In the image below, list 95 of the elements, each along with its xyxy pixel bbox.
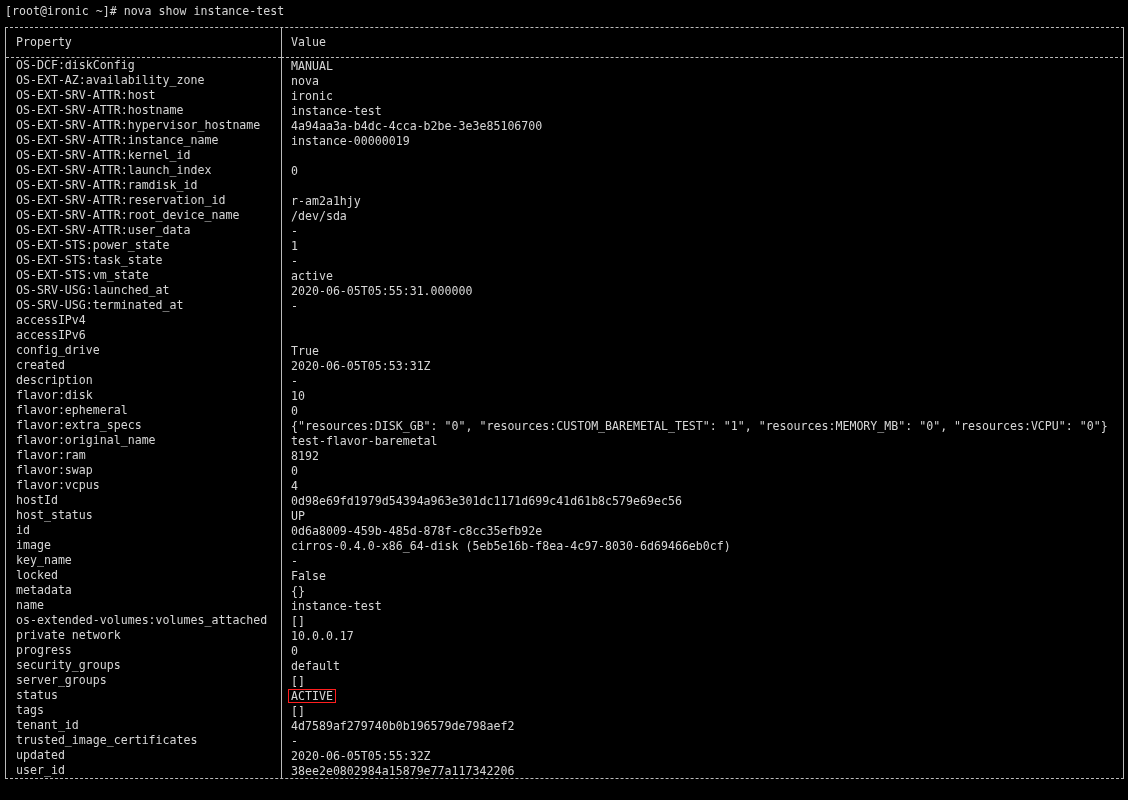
- column-header: Value: [291, 34, 326, 51]
- property-name: OS-EXT-SRV-ATTR:instance_name: [16, 133, 219, 148]
- property-name: OS-EXT-STS:task_state: [16, 253, 163, 268]
- property-value: -: [290, 253, 299, 268]
- property-name: OS-SRV-USG:terminated_at: [16, 298, 184, 313]
- property-value: 4: [290, 478, 299, 493]
- property-name: OS-EXT-SRV-ATTR:root_device_name: [16, 208, 240, 223]
- property-value: 0: [290, 403, 299, 418]
- property-name: flavor:vcpus: [16, 478, 100, 493]
- command-prompt: [root@ironic ~]# nova show instance-test: [5, 4, 285, 19]
- property-name: private network: [16, 628, 121, 643]
- property-value: {}: [290, 583, 306, 598]
- property-value: 0d98e69fd1979d54394a963e301dc1171d699c41d61b8c579e69ec56: [290, 493, 683, 508]
- property-name: updated: [16, 748, 65, 763]
- property-name: OS-EXT-SRV-ATTR:hostname: [16, 103, 184, 118]
- property-value: {"resources:DISK_GB": "0", "resources:CUSTOM_BAREMETAL_TEST": "1", "resources:MEMORY_MB": "0", "resources:VCPU": "0"}: [290, 418, 1109, 433]
- property-value: 2020-06-05T05:55:31.000000: [290, 283, 474, 298]
- property-value: UP: [290, 508, 306, 523]
- property-value: 0d6a8009-459b-485d-878f-c8cc35efb92e: [290, 523, 544, 538]
- property-name: flavor:extra_specs: [16, 418, 142, 433]
- property-value: True: [290, 343, 320, 358]
- property-name: status: [16, 688, 58, 703]
- property-name: flavor:disk: [16, 388, 93, 403]
- column-header: Property: [16, 34, 72, 51]
- property-name: id: [16, 523, 30, 538]
- property-name: OS-EXT-SRV-ATTR:kernel_id: [16, 148, 191, 163]
- property-value: active: [290, 268, 334, 283]
- property-value: 0: [290, 163, 299, 178]
- property-value: instance-00000019: [290, 133, 411, 148]
- property-value: default: [290, 658, 341, 673]
- property-value: nova: [290, 73, 320, 88]
- property-value: 0: [290, 643, 299, 658]
- property-value: MANUAL: [290, 58, 334, 73]
- property-value: []: [290, 703, 306, 718]
- property-value: ironic: [290, 88, 334, 103]
- property-name: flavor:ram: [16, 448, 86, 463]
- property-name: flavor:ephemeral: [16, 403, 128, 418]
- property-name: tenant_id: [16, 718, 79, 733]
- property-value: 2020-06-05T05:55:32Z: [290, 748, 432, 763]
- property-value: -: [290, 553, 299, 568]
- property-name: os-extended-volumes:volumes_attached: [16, 613, 268, 628]
- property-name: key_name: [16, 553, 72, 568]
- property-value: -: [290, 373, 299, 388]
- property-name: OS-EXT-SRV-ATTR:launch_index: [16, 163, 212, 178]
- property-name: metadata: [16, 583, 72, 598]
- property-name: flavor:original_name: [16, 433, 156, 448]
- property-name: flavor:swap: [16, 463, 93, 478]
- property-value: 4a94aa3a-b4dc-4cca-b2be-3e3e85106700: [290, 118, 544, 133]
- property-name: locked: [16, 568, 58, 583]
- property-name: OS-EXT-STS:vm_state: [16, 268, 149, 283]
- property-name: trusted_image_certificates: [16, 733, 198, 748]
- property-value: 0: [290, 463, 299, 478]
- property-value: 8192: [290, 448, 320, 463]
- property-value: -: [290, 223, 299, 238]
- property-name: server_groups: [16, 673, 107, 688]
- property-value: 10: [290, 388, 306, 403]
- property-value: 2020-06-05T05:53:31Z: [290, 358, 432, 373]
- property-name: OS-EXT-SRV-ATTR:reservation_id: [16, 193, 226, 208]
- property-name: tags: [16, 703, 44, 718]
- property-name: hostId: [16, 493, 58, 508]
- property-name: OS-EXT-SRV-ATTR:hypervisor_hostname: [16, 118, 261, 133]
- property-value: /dev/sda: [290, 208, 348, 223]
- property-value: False: [290, 568, 327, 583]
- property-name: OS-EXT-AZ:availability_zone: [16, 73, 205, 88]
- property-name: accessIPv6: [16, 328, 86, 343]
- property-name: OS-EXT-SRV-ATTR:user_data: [16, 223, 191, 238]
- property-value: []: [290, 613, 306, 628]
- property-value: 38ee2e0802984a15879e77a117342206: [290, 763, 516, 778]
- property-name: accessIPv4: [16, 313, 86, 328]
- property-name: created: [16, 358, 65, 373]
- property-name: security_groups: [16, 658, 121, 673]
- property-name: image: [16, 538, 51, 553]
- property-value: -: [290, 298, 299, 313]
- property-value: -: [290, 733, 299, 748]
- property-name: config_drive: [16, 343, 100, 358]
- property-value: instance-test: [290, 598, 383, 613]
- property-name: description: [16, 373, 93, 388]
- property-value: instance-test: [290, 103, 383, 118]
- property-value: r-am2a1hjy: [290, 193, 362, 208]
- property-name: OS-SRV-USG:launched_at: [16, 283, 170, 298]
- property-name: progress: [16, 643, 72, 658]
- property-name: OS-EXT-STS:power_state: [16, 238, 170, 253]
- property-name: OS-EXT-SRV-ATTR:host: [16, 88, 156, 103]
- property-name: user_id: [16, 763, 65, 778]
- highlighted-value: ACTIVE: [288, 688, 336, 703]
- property-value: test-flavor-baremetal: [290, 433, 439, 448]
- property-name: host_status: [16, 508, 93, 523]
- property-name: name: [16, 598, 44, 613]
- property-name: OS-DCF:diskConfig: [16, 58, 135, 73]
- property-value: 1: [290, 238, 299, 253]
- property-name: OS-EXT-SRV-ATTR:ramdisk_id: [16, 178, 198, 193]
- property-value: cirros-0.4.0-x86_64-disk (5eb5e16b-f8ea-4c97-8030-6d69466eb0cf): [290, 538, 732, 553]
- property-value: []: [290, 673, 306, 688]
- property-value: 10.0.0.17: [290, 628, 355, 643]
- property-value: 4d7589af279740b0b196579de798aef2: [290, 718, 516, 733]
